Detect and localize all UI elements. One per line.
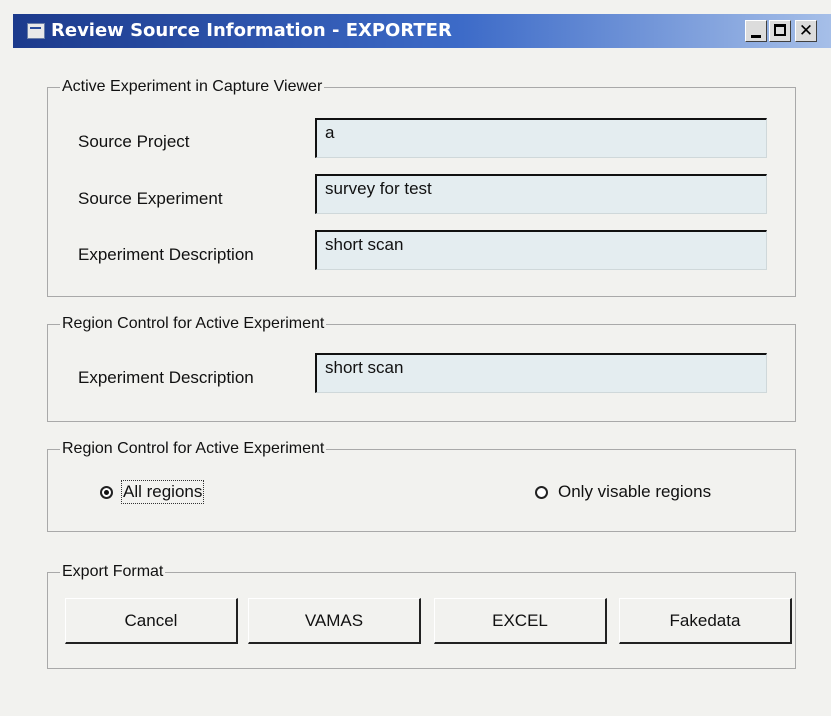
radio-only-visible-regions-label: Only visable regions [558,482,712,501]
cancel-button[interactable]: Cancel [65,598,238,644]
region-control-legend-2: Region Control for Active Experiment [62,440,325,457]
close-button[interactable]: ✕ [795,20,817,42]
maximize-icon [774,24,786,36]
source-experiment-field[interactable]: survey for test [315,174,767,214]
radio-unchecked-icon [535,485,548,499]
region-experiment-description-label: Experiment Description [78,368,254,387]
title-bar[interactable]: Review Source Information - EXPORTER ✕ [13,14,831,48]
region-experiment-description-field[interactable]: short scan [315,353,767,393]
fakedata-button[interactable]: Fakedata [619,598,792,644]
radio-only-visible-regions[interactable]: Only visable regions [535,482,711,502]
minimize-button[interactable] [745,20,767,42]
source-project-label: Source Project [78,132,190,151]
maximize-button[interactable] [769,20,791,42]
close-icon: ✕ [798,21,814,41]
exporter-window: Review Source Information - EXPORTER ✕ A… [0,0,831,716]
active-experiment-legend: Active Experiment in Capture Viewer [62,78,323,95]
excel-button[interactable]: EXCEL [434,598,607,644]
vamas-button[interactable]: VAMAS [248,598,421,644]
experiment-description-label: Experiment Description [78,245,254,264]
app-window-icon [27,23,45,39]
experiment-description-field[interactable]: short scan [315,230,767,270]
region-control-legend-1: Region Control for Active Experiment [62,315,325,332]
radio-all-regions-label: All regions [120,480,205,504]
minimize-icon [751,35,761,38]
window-title: Review Source Information - EXPORTER [51,20,452,41]
export-format-legend: Export Format [62,563,164,580]
source-experiment-label: Source Experiment [78,189,223,208]
source-project-field[interactable]: a [315,118,767,158]
radio-all-regions[interactable]: All regions [100,480,205,504]
radio-checked-icon [100,485,113,499]
